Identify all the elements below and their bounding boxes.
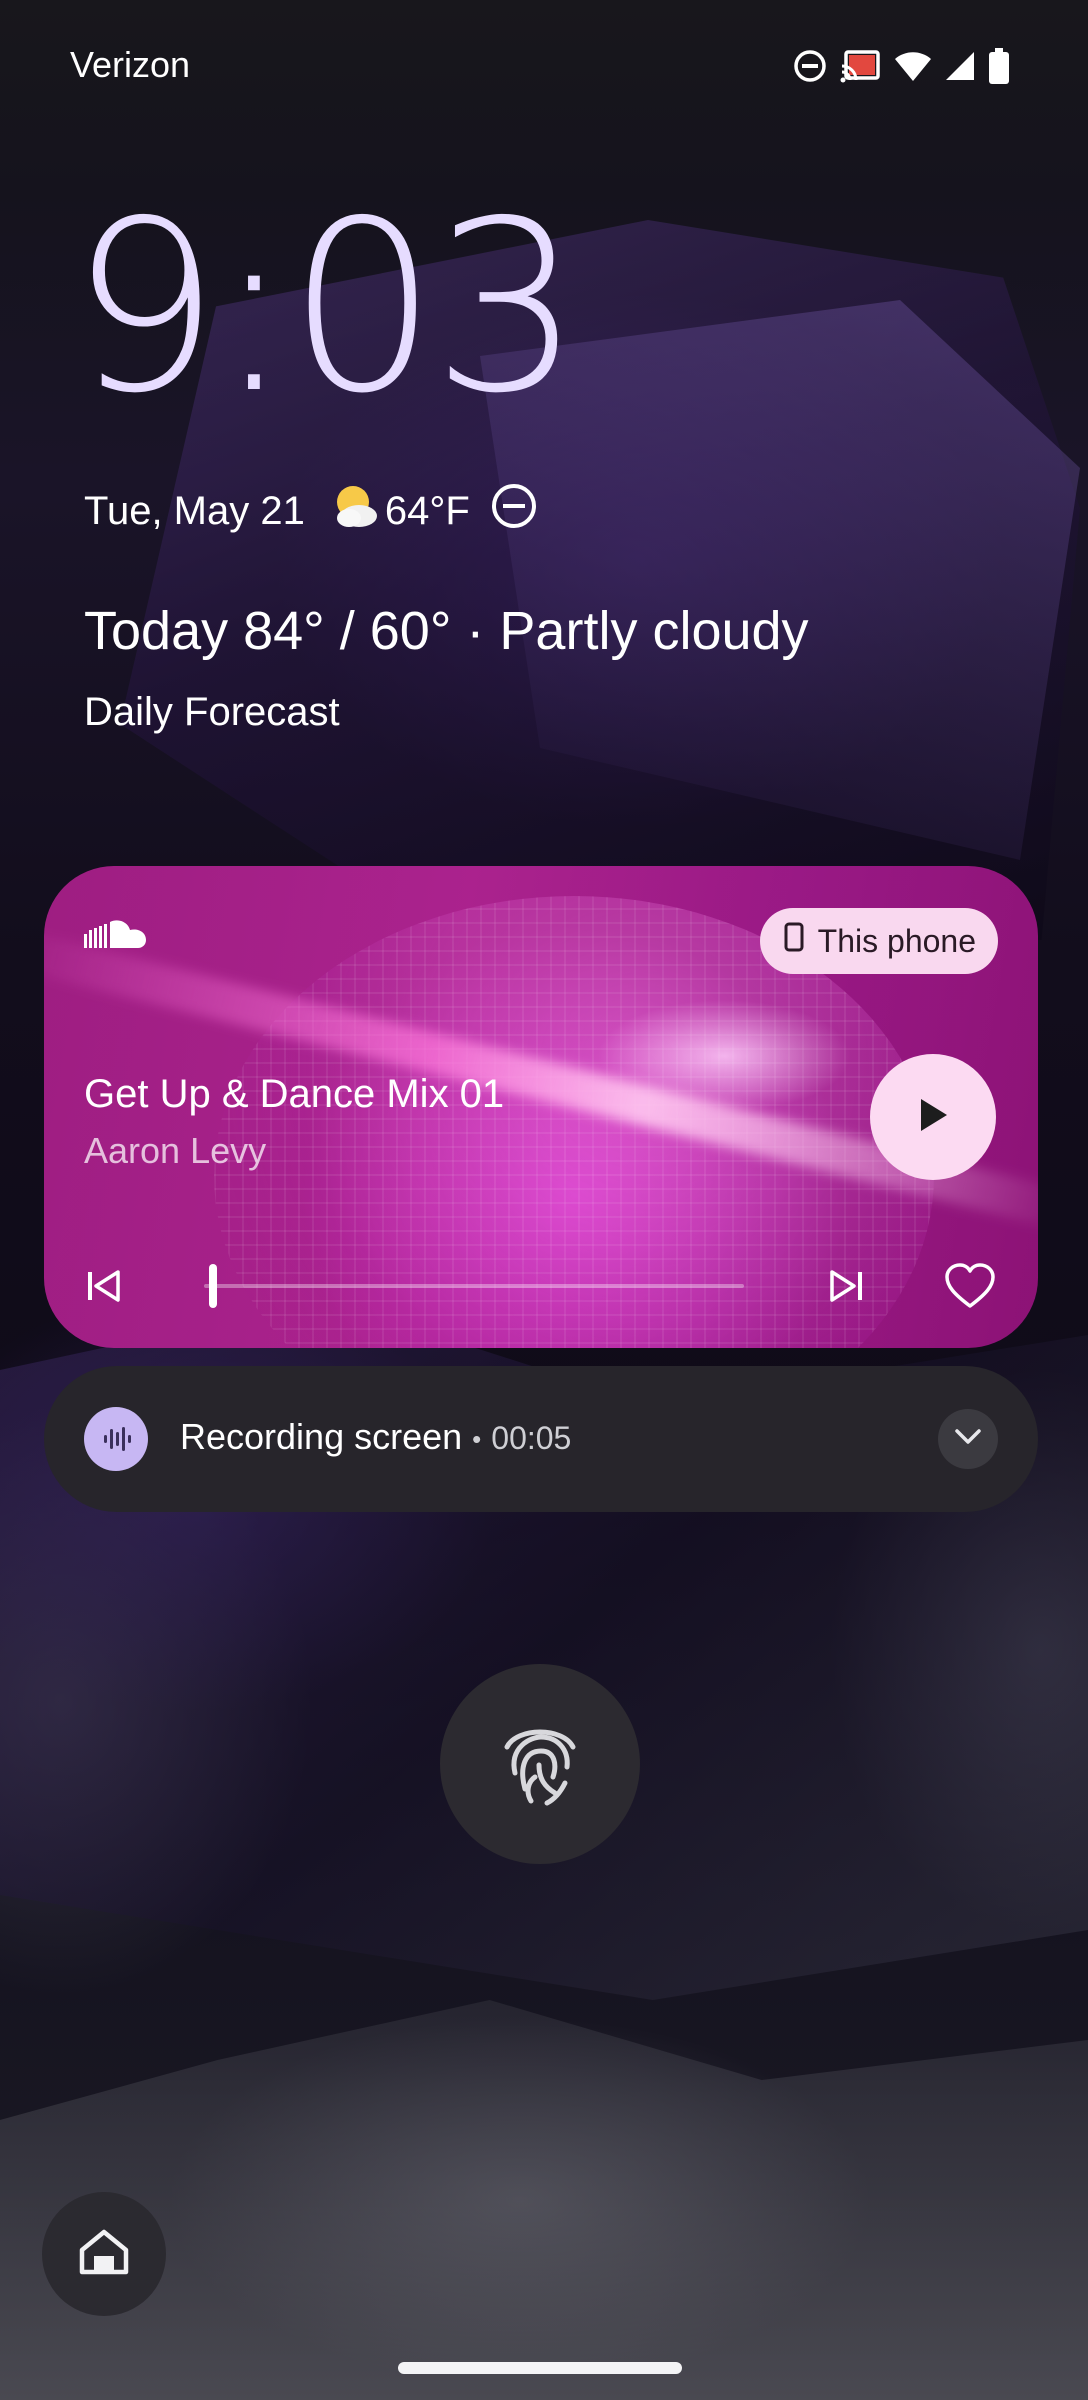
- skip-next-icon[interactable]: [826, 1266, 866, 1311]
- cast-icon: [840, 48, 882, 84]
- home-controls-shortcut[interactable]: [42, 2192, 166, 2316]
- output-device-label: This phone: [817, 922, 976, 959]
- date-weather-row[interactable]: Tue, May 21 64°F: [84, 482, 538, 540]
- lockscreen-clock: 9:03: [70, 170, 582, 445]
- play-button[interactable]: [870, 1054, 996, 1180]
- phone-icon: [784, 922, 804, 960]
- soundcloud-icon: [84, 918, 150, 955]
- home-icon: [76, 2226, 132, 2283]
- audio-waveform-icon: [84, 1407, 148, 1471]
- temperature-text: 64°F: [384, 488, 470, 533]
- weather-forecast[interactable]: Today 84° / 60° · Partly cloudy: [84, 600, 809, 662]
- fingerprint-icon: [485, 1707, 595, 1822]
- status-icons: [792, 48, 1010, 84]
- seekbar-thumb[interactable]: [209, 1264, 218, 1308]
- recording-title: Recording screen • 00:05: [180, 1416, 571, 1458]
- cell-signal-icon: [944, 50, 976, 82]
- do-not-disturb-icon: [490, 482, 538, 540]
- output-device-chip[interactable]: This phone: [759, 908, 998, 974]
- wifi-icon: [894, 49, 932, 83]
- fingerprint-sensor[interactable]: [440, 1664, 640, 1864]
- carrier-name: Verizon: [70, 44, 191, 85]
- partly-cloudy-icon: [329, 482, 381, 540]
- wallpaper-rocks: [0, 2000, 1088, 2400]
- media-player-card[interactable]: This phone Get Up & Dance Mix 01 Aaron L…: [44, 866, 1038, 1348]
- lock-screen: Verizon 9:03 Tue, May 21 64°F Today 84° …: [0, 0, 1088, 2400]
- do-not-disturb-icon: [792, 48, 828, 84]
- media-controls: [44, 1246, 1038, 1326]
- gesture-navigation-handle[interactable]: [398, 2362, 682, 2374]
- track-artist: Aaron Levy: [84, 1130, 267, 1171]
- daily-forecast-link[interactable]: Daily Forecast: [84, 690, 340, 735]
- recording-label: Recording screen: [180, 1416, 463, 1457]
- recording-elapsed: 00:05: [491, 1420, 572, 1456]
- track-title: Get Up & Dance Mix 01: [84, 1072, 505, 1116]
- skip-previous-icon[interactable]: [84, 1266, 124, 1311]
- battery-icon: [988, 48, 1010, 84]
- expand-notification-button[interactable]: [938, 1409, 998, 1469]
- chevron-down-icon: [953, 1427, 983, 1452]
- date-text: Tue, May 21: [84, 488, 305, 533]
- seekbar-track[interactable]: [204, 1284, 744, 1288]
- heart-icon[interactable]: [944, 1262, 996, 1315]
- status-bar: Verizon: [0, 0, 1088, 130]
- play-icon: [915, 1095, 951, 1140]
- separator-dot: •: [472, 1423, 482, 1454]
- recording-notification[interactable]: Recording screen • 00:05: [44, 1366, 1038, 1512]
